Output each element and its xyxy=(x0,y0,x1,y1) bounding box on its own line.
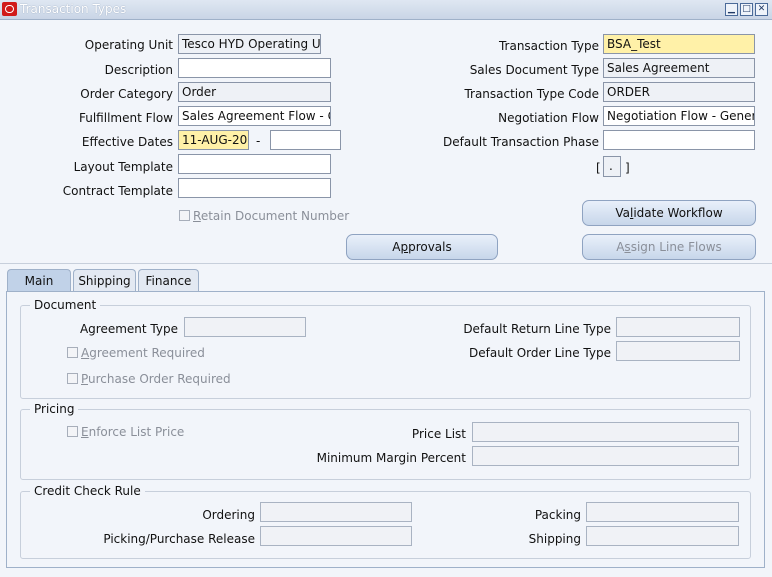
flexfield-field[interactable]: . xyxy=(603,156,621,177)
order-category-label: Order Category xyxy=(80,87,173,101)
ordering-label: Ordering xyxy=(202,508,255,522)
validate-workflow-button[interactable]: Validate Workflow xyxy=(582,200,756,226)
default-transaction-phase-field[interactable] xyxy=(603,130,755,150)
minimize-icon[interactable]: ▁ xyxy=(725,3,738,16)
approvals-button[interactable]: Approvals xyxy=(346,234,498,260)
default-return-line-type-label: Default Return Line Type xyxy=(463,322,611,336)
flexfield-close-bracket: ] xyxy=(625,161,630,175)
oracle-logo-icon xyxy=(2,2,17,16)
description-field[interactable] xyxy=(178,58,331,78)
date-range-separator: - xyxy=(256,134,261,148)
fulfillment-flow-label: Fulfillment Flow xyxy=(78,111,173,125)
document-group-title: Document xyxy=(30,298,101,312)
contract-template-label: Contract Template xyxy=(62,184,173,198)
negotiation-flow-field[interactable]: Negotiation Flow - Generi xyxy=(603,106,755,126)
header-separator xyxy=(0,263,772,264)
agreement-required-checkbox[interactable] xyxy=(67,347,78,358)
transaction-type-code-label: Transaction Type Code xyxy=(464,87,599,101)
price-list-label: Price List xyxy=(411,427,466,441)
shipping-label: Shipping xyxy=(528,532,581,546)
effective-date-to-field[interactable] xyxy=(270,130,341,150)
minimum-margin-percent-field[interactable] xyxy=(472,446,739,466)
default-return-line-type-field[interactable] xyxy=(616,317,740,337)
pricing-group xyxy=(20,409,751,480)
negotiation-flow-label: Negotiation Flow xyxy=(498,111,599,125)
default-order-line-type-label: Default Order Line Type xyxy=(469,346,611,360)
sales-document-type-label: Sales Document Type xyxy=(469,63,599,77)
flexfield-open-bracket: [ xyxy=(596,161,601,175)
tab-shipping[interactable]: Shipping xyxy=(73,269,136,292)
pricing-group-title: Pricing xyxy=(30,402,79,416)
purchase-order-required-checkbox[interactable] xyxy=(67,373,78,384)
agreement-type-label: Agreement Type xyxy=(79,322,178,336)
picking-purchase-release-field[interactable] xyxy=(260,526,412,546)
transaction-type-code-field[interactable]: ORDER xyxy=(603,82,755,102)
assign-line-flows-button[interactable]: Assign Line Flows xyxy=(582,234,756,260)
tab-main[interactable]: Main xyxy=(7,269,71,292)
contract-template-field[interactable] xyxy=(178,178,331,198)
layout-template-label: Layout Template xyxy=(73,160,173,174)
retain-document-number-label: Retain Document Number xyxy=(193,209,350,223)
agreement-required-label: Agreement Required xyxy=(81,346,205,360)
default-order-line-type-field[interactable] xyxy=(616,341,740,361)
operating-unit-label: Operating Unit xyxy=(84,38,173,52)
transaction-type-label: Transaction Type xyxy=(498,39,599,53)
ordering-field[interactable] xyxy=(260,502,412,522)
close-icon[interactable]: ✕ xyxy=(755,3,768,16)
packing-field[interactable] xyxy=(586,502,739,522)
description-label: Description xyxy=(104,63,173,77)
maximize-icon[interactable]: □ xyxy=(740,3,753,16)
packing-label: Packing xyxy=(534,508,581,522)
picking-purchase-release-label: Picking/Purchase Release xyxy=(103,532,255,546)
effective-date-from-field[interactable]: 11-AUG-201 xyxy=(178,130,249,150)
purchase-order-required-label: Purchase Order Required xyxy=(81,372,231,386)
enforce-list-price-checkbox[interactable] xyxy=(67,426,78,437)
effective-dates-label: Effective Dates xyxy=(81,135,173,149)
credit-check-rule-group-title: Credit Check Rule xyxy=(30,484,145,498)
shipping-field[interactable] xyxy=(586,526,739,546)
window-title: Transaction Types xyxy=(20,2,127,16)
order-category-field[interactable]: Order xyxy=(178,82,331,102)
agreement-type-field[interactable] xyxy=(184,317,306,337)
fulfillment-flow-field[interactable]: Sales Agreement Flow - G xyxy=(178,106,331,126)
enforce-list-price-label: Enforce List Price xyxy=(81,425,185,439)
minimum-margin-percent-label: Minimum Margin Percent xyxy=(316,451,466,465)
retain-document-number-checkbox[interactable] xyxy=(179,210,190,221)
layout-template-field[interactable] xyxy=(178,154,331,174)
transaction-type-field[interactable]: BSA_Test xyxy=(603,34,755,54)
sales-document-type-field[interactable]: Sales Agreement xyxy=(603,58,755,78)
operating-unit-field[interactable]: Tesco HYD Operating U xyxy=(178,34,321,54)
default-transaction-phase-label: Default Transaction Phase xyxy=(443,135,599,149)
tab-finance[interactable]: Finance xyxy=(138,269,199,292)
price-list-field[interactable] xyxy=(472,422,739,442)
